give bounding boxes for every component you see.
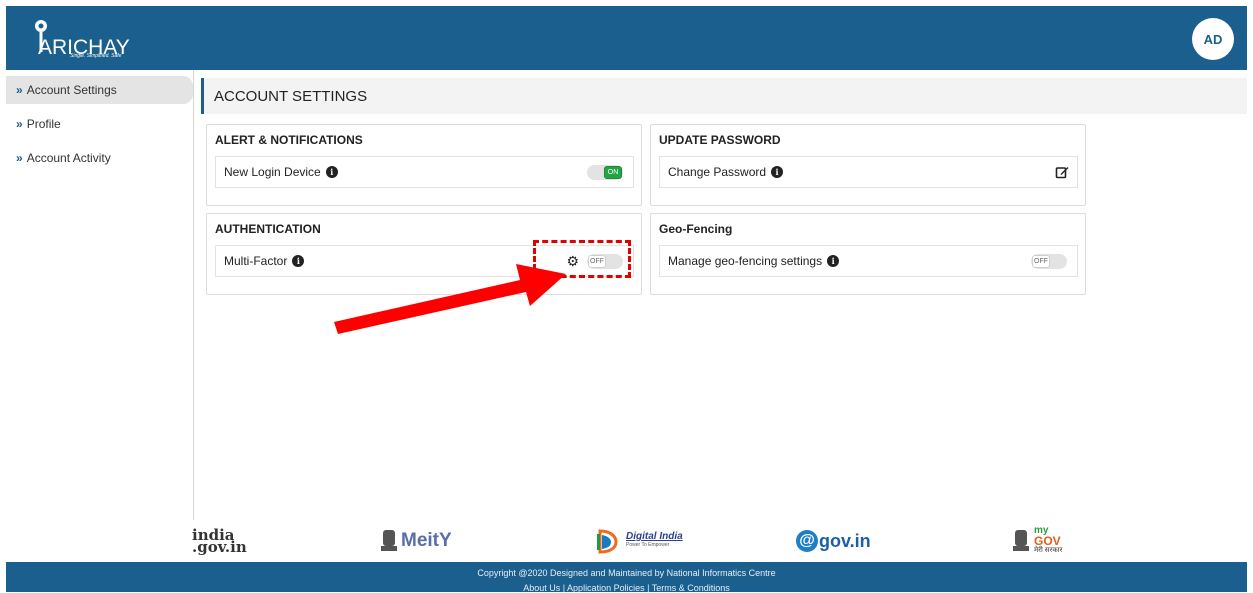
alerts-card: ALERT & NOTIFICATIONS New Login Device i… xyxy=(206,124,642,206)
toggle-state: ON xyxy=(604,166,622,179)
mygov-hindi: मेरी सरकार xyxy=(1034,547,1063,554)
red-arrow-annotation xyxy=(334,264,566,334)
chevron-right-icon: » xyxy=(16,117,23,131)
footer-copyright: Copyright @2020 Designed and Maintained … xyxy=(477,568,776,578)
update-password-card: UPDATE PASSWORD Change Password i xyxy=(650,124,1086,206)
emblem-icon xyxy=(381,530,397,551)
top-header: ARICHAY Single. Simplified. Safe AD xyxy=(6,6,1247,70)
digital-india-logo[interactable]: Digital India Power To Empower xyxy=(594,526,683,556)
geo-fencing-row: Manage geo-fencing settings i OFF xyxy=(659,245,1078,277)
meity-logo[interactable]: MeitY xyxy=(380,526,452,556)
partner-logos: india .gov.in MeitY Digital India Power … xyxy=(0,520,1253,562)
toggle-state: OFF xyxy=(1032,255,1050,268)
info-icon[interactable]: i xyxy=(771,166,784,178)
geo-fencing-toggle[interactable]: OFF xyxy=(1031,254,1067,269)
digital-india-icon xyxy=(597,529,618,554)
logo-tagline: Single. Simplified. Safe xyxy=(70,53,122,59)
change-password-row: Change Password i xyxy=(659,156,1078,188)
sidebar-item-account-settings[interactable]: » Account Settings xyxy=(6,76,193,104)
update-password-card-title: UPDATE PASSWORD xyxy=(659,133,781,147)
gov-in-text: gov.in xyxy=(819,530,871,551)
sidebar-item-label: Account Activity xyxy=(26,151,111,165)
india-gov-logo[interactable]: india .gov.in xyxy=(192,526,247,556)
edit-icon[interactable] xyxy=(1055,165,1069,179)
emblem-icon xyxy=(1013,530,1029,551)
page-title: ACCOUNT SETTINGS xyxy=(201,78,1247,114)
digital-india-tagline: Power To Empower xyxy=(626,542,670,548)
user-avatar[interactable]: AD xyxy=(1192,18,1234,60)
geo-fencing-label: Manage geo-fencing settings xyxy=(668,254,823,268)
at-icon: @ xyxy=(796,530,818,552)
multi-factor-label: Multi-Factor xyxy=(224,254,288,268)
mygov-logo[interactable]: my GOV मेरी सरकार xyxy=(1012,526,1062,556)
geo-fencing-card-title: Geo-Fencing xyxy=(659,222,733,236)
sidebar-item-label: Account Settings xyxy=(26,83,117,97)
parichay-logo[interactable]: ARICHAY Single. Simplified. Safe xyxy=(28,18,138,60)
new-login-device-toggle[interactable]: ON xyxy=(587,165,623,180)
sidebar: » Account Settings » Profile » Account A… xyxy=(6,70,194,520)
new-login-device-label: New Login Device xyxy=(224,165,321,179)
india-gov-line2: .gov.in xyxy=(192,538,247,556)
geo-fencing-card: Geo-Fencing Manage geo-fencing settings … xyxy=(650,213,1086,295)
alerts-card-title: ALERT & NOTIFICATIONS xyxy=(215,133,363,147)
chevron-right-icon: » xyxy=(16,83,23,97)
sidebar-item-profile[interactable]: » Profile xyxy=(6,110,193,138)
new-login-device-row: New Login Device i ON xyxy=(215,156,634,188)
info-icon[interactable]: i xyxy=(325,166,338,178)
change-password-label: Change Password xyxy=(668,165,767,179)
digital-india-text: Digital India xyxy=(626,531,683,542)
page-title-text: ACCOUNT SETTINGS xyxy=(214,87,368,105)
meity-text: MeitY xyxy=(401,530,452,551)
footer: Copyright @2020 Designed and Maintained … xyxy=(6,562,1247,593)
info-icon[interactable]: i xyxy=(292,255,305,267)
gov-in-logo[interactable]: @ gov.in xyxy=(796,526,871,556)
mygov-gov: GOV xyxy=(1034,534,1061,548)
sidebar-item-label: Profile xyxy=(26,117,61,131)
chevron-right-icon: » xyxy=(16,151,23,165)
info-icon[interactable]: i xyxy=(827,255,840,267)
sidebar-item-account-activity[interactable]: » Account Activity xyxy=(6,144,193,172)
authentication-card-title: AUTHENTICATION xyxy=(215,222,321,236)
